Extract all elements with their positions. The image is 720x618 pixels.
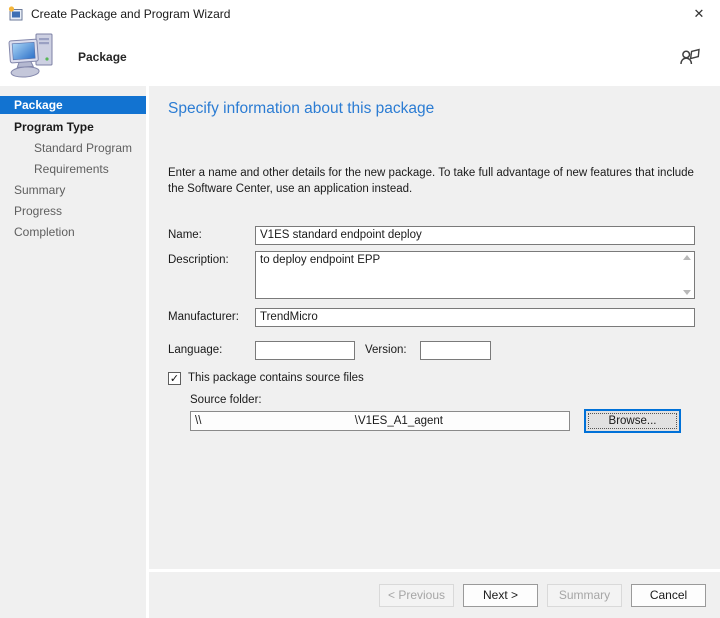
wizard-body: Package Program Type Standard Program Re… (0, 86, 720, 618)
intro-text: Enter a name and other details for the n… (168, 166, 695, 198)
next-button[interactable]: Next > (463, 584, 538, 607)
sidebar-item-completion: Completion (0, 222, 146, 242)
wizard-header: Package (0, 28, 720, 86)
source-files-checkbox-label: This package contains source files (188, 372, 364, 384)
sidebar-item-package: Package (0, 96, 146, 114)
sidebar-item-requirements: Requirements (0, 159, 146, 179)
summary-button: Summary (547, 584, 622, 607)
close-button[interactable]: ✕ (678, 0, 720, 28)
description-field-wrap: to deploy endpoint EPP (255, 251, 695, 299)
scrollbar-down-icon[interactable] (683, 290, 691, 295)
language-label: Language: (168, 341, 255, 356)
version-field[interactable] (420, 341, 491, 360)
language-field[interactable] (255, 341, 355, 360)
sidebar-item-program-type: Program Type (0, 117, 146, 137)
wizard-page-label: Package (78, 50, 676, 64)
name-field[interactable] (255, 226, 695, 245)
source-folder-field[interactable] (190, 411, 570, 431)
description-label: Description: (168, 251, 255, 266)
cancel-button[interactable]: Cancel (631, 584, 706, 607)
wizard-window: Create Package and Program Wizard ✕ (0, 0, 720, 618)
wizard-main: Specify information about this package E… (149, 86, 720, 618)
description-field[interactable]: to deploy endpoint EPP (256, 252, 679, 298)
titlebar: Create Package and Program Wizard ✕ (0, 0, 720, 28)
page-title: Specify information about this package (168, 100, 720, 118)
scrollbar-up-icon[interactable] (683, 255, 691, 260)
manufacturer-field[interactable] (255, 308, 695, 327)
previous-button: < Previous (379, 584, 454, 607)
wizard-app-icon (8, 6, 24, 22)
package-computer-icon (8, 32, 58, 80)
sidebar-item-standard-program: Standard Program (0, 138, 146, 158)
package-form-panel: Specify information about this package E… (149, 86, 720, 569)
wizard-steps-sidebar: Package Program Type Standard Program Re… (0, 86, 146, 618)
description-scrollbar[interactable] (679, 252, 694, 298)
manufacturer-label: Manufacturer: (168, 308, 255, 323)
browse-button[interactable]: Browse... (584, 409, 681, 433)
wizard-footer: < Previous Next > Summary Cancel (149, 572, 720, 618)
source-folder-label: Source folder: (190, 394, 720, 406)
version-label: Version: (365, 341, 420, 356)
window-title: Create Package and Program Wizard (31, 7, 678, 21)
sidebar-item-progress: Progress (0, 201, 146, 221)
sidebar-item-summary: Summary (0, 180, 146, 200)
source-files-checkbox[interactable]: ✓ (168, 372, 181, 385)
name-label: Name: (168, 226, 255, 241)
feedback-icon[interactable] (676, 44, 702, 70)
